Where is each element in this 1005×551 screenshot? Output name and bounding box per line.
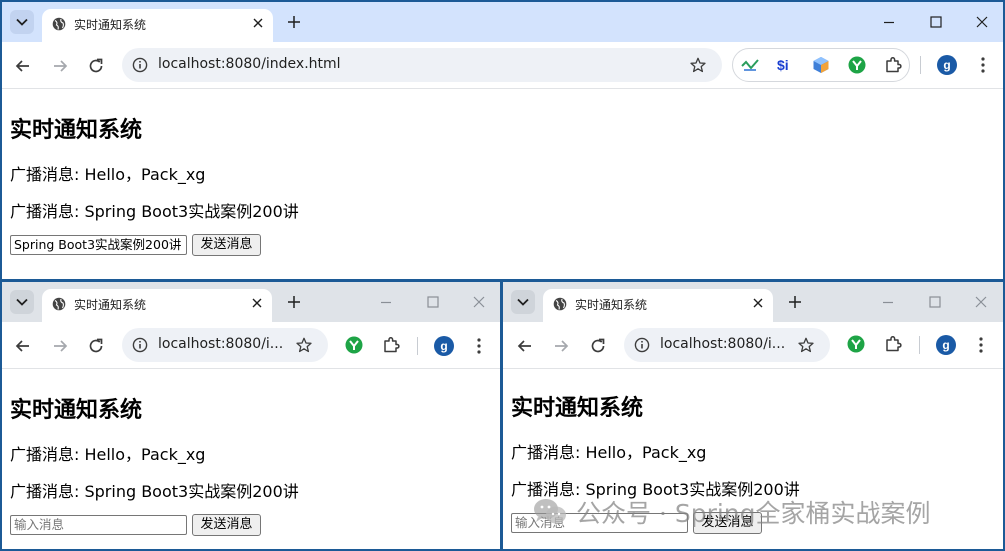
forward-arrow-icon[interactable] — [52, 58, 68, 74]
browser-tab[interactable]: 实时通知系统 — [42, 289, 272, 322]
site-info-icon[interactable] — [634, 337, 650, 353]
page-title: 实时通知系统 — [511, 396, 644, 421]
extensions-puzzle-icon[interactable] — [884, 335, 902, 353]
url-text: localhost:8080/i... — [660, 336, 786, 352]
kebab-menu-icon[interactable] — [972, 336, 990, 354]
toolbar-separator — [920, 56, 921, 74]
site-info-icon[interactable] — [132, 337, 148, 353]
site-info-icon[interactable] — [132, 57, 148, 73]
bookmark-star-icon[interactable] — [296, 337, 312, 353]
green-y-icon[interactable] — [847, 335, 865, 353]
new-tab-plus-icon[interactable] — [287, 295, 301, 309]
cube-extension-icon[interactable] — [812, 56, 830, 74]
back-arrow-icon[interactable] — [15, 58, 31, 74]
broadcast-message: 广播消息: Hello，Pack_xg — [511, 443, 707, 462]
broadcast-message: 广播消息: Hello，Pack_xg — [10, 165, 206, 184]
browser-toolbar: localhost:8080/index.html $i g — [2, 42, 1003, 89]
page-title: 实时通知系统 — [10, 398, 143, 423]
extensions-group: $i — [732, 48, 910, 82]
maximize-icon[interactable] — [929, 296, 941, 308]
toolbar-separator — [919, 336, 920, 354]
green-y-icon[interactable] — [848, 56, 866, 74]
minimize-icon[interactable] — [883, 16, 895, 28]
bookmark-star-icon[interactable] — [798, 337, 814, 353]
close-tab-icon[interactable] — [252, 298, 262, 308]
send-message-button[interactable]: 发送消息 — [693, 512, 762, 534]
tab-wave-icon[interactable] — [741, 56, 759, 74]
tab-search-button[interactable] — [10, 10, 34, 34]
message-input[interactable]: Spring Boot3实战案例200讲 — [10, 235, 187, 255]
broadcast-message: 广播消息: Hello，Pack_xg — [10, 445, 206, 464]
reload-icon[interactable] — [88, 338, 104, 354]
close-tab-icon[interactable] — [753, 298, 763, 308]
back-arrow-icon[interactable] — [517, 338, 533, 354]
bookmark-star-icon[interactable] — [690, 57, 706, 73]
send-message-button[interactable]: 发送消息 — [192, 234, 261, 256]
title-bar: 实时通知系统 — [2, 282, 500, 322]
browser-toolbar: localhost:8080/i... g — [503, 322, 1003, 369]
reload-icon[interactable] — [88, 58, 104, 74]
page-content: 实时通知系统 广播消息: Hello，Pack_xg 广播消息: Spring … — [503, 370, 1003, 549]
tab-search-button[interactable] — [10, 290, 34, 314]
kebab-menu-icon[interactable] — [974, 56, 992, 74]
extensions-puzzle-icon[interactable] — [884, 56, 902, 74]
broadcast-message: 广播消息: Spring Boot3实战案例200讲 — [10, 482, 299, 501]
browser-tab[interactable]: 实时通知系统 — [543, 289, 773, 322]
message-input[interactable]: 输入消息 — [10, 515, 187, 535]
tab-title: 实时通知系统 — [74, 18, 147, 32]
svg-text:$i: $i — [777, 57, 789, 73]
globe-icon — [52, 17, 66, 31]
title-bar: 实时通知系统 — [503, 282, 1003, 322]
extensions-puzzle-icon[interactable] — [382, 336, 400, 354]
message-input[interactable]: 输入消息 — [511, 513, 688, 533]
minimize-icon[interactable] — [882, 296, 894, 308]
browser-window-bottom-left: 实时通知系统 localhost:8080/i... g 实时通知系统 广播消息… — [0, 281, 502, 551]
close-window-icon[interactable] — [975, 296, 987, 308]
page-title: 实时通知系统 — [10, 118, 143, 143]
page-content: 实时通知系统 广播消息: Hello，Pack_xg 广播消息: Spring … — [2, 90, 1003, 279]
tab-title: 实时通知系统 — [575, 298, 648, 312]
profile-avatar[interactable]: g — [434, 336, 454, 356]
new-tab-plus-icon[interactable] — [287, 15, 301, 29]
page-content: 实时通知系统 广播消息: Hello，Pack_xg 广播消息: Spring … — [2, 370, 500, 549]
title-bar: 实时通知系统 — [2, 2, 1003, 42]
url-text: localhost:8080/i... — [158, 336, 284, 352]
browser-window-bottom-right: 实时通知系统 localhost:8080/i... g 实时通知系统 广播消息… — [502, 281, 1005, 551]
close-window-icon[interactable] — [473, 296, 485, 308]
address-bar[interactable]: localhost:8080/index.html — [122, 48, 722, 82]
reload-icon[interactable] — [590, 338, 606, 354]
tab-title: 实时通知系统 — [74, 298, 147, 312]
address-bar[interactable]: localhost:8080/i... — [122, 328, 328, 362]
url-text: localhost:8080/index.html — [158, 56, 341, 72]
back-arrow-icon[interactable] — [15, 338, 31, 354]
browser-tab[interactable]: 实时通知系统 — [42, 9, 273, 42]
tab-search-button[interactable] — [511, 290, 535, 314]
browser-window-top: 实时通知系统 localhost:8080/index.html $i g 实时… — [0, 0, 1005, 281]
profile-avatar[interactable]: g — [936, 335, 956, 355]
send-message-button[interactable]: 发送消息 — [192, 514, 261, 536]
forward-arrow-icon[interactable] — [553, 338, 569, 354]
close-window-icon[interactable] — [976, 16, 988, 28]
globe-icon — [52, 297, 66, 311]
browser-toolbar: localhost:8080/i... g — [2, 322, 500, 369]
minimize-icon[interactable] — [380, 296, 392, 308]
maximize-icon[interactable] — [930, 16, 942, 28]
new-tab-plus-icon[interactable] — [788, 295, 802, 309]
chevron-down-icon — [517, 298, 529, 306]
green-y-icon[interactable] — [345, 336, 363, 354]
chevron-down-icon — [16, 18, 28, 26]
forward-arrow-icon[interactable] — [52, 338, 68, 354]
profile-avatar[interactable]: g — [937, 55, 957, 75]
kebab-menu-icon[interactable] — [470, 337, 488, 355]
broadcast-message: 广播消息: Spring Boot3实战案例200讲 — [511, 480, 800, 499]
globe-icon — [553, 297, 567, 311]
address-bar[interactable]: localhost:8080/i... — [624, 328, 830, 362]
toolbar-separator — [417, 337, 418, 355]
dollar-i-icon[interactable]: $i — [776, 56, 794, 74]
close-tab-icon[interactable] — [253, 18, 263, 28]
maximize-icon[interactable] — [427, 296, 439, 308]
broadcast-message: 广播消息: Spring Boot3实战案例200讲 — [10, 202, 299, 221]
chevron-down-icon — [16, 298, 28, 306]
